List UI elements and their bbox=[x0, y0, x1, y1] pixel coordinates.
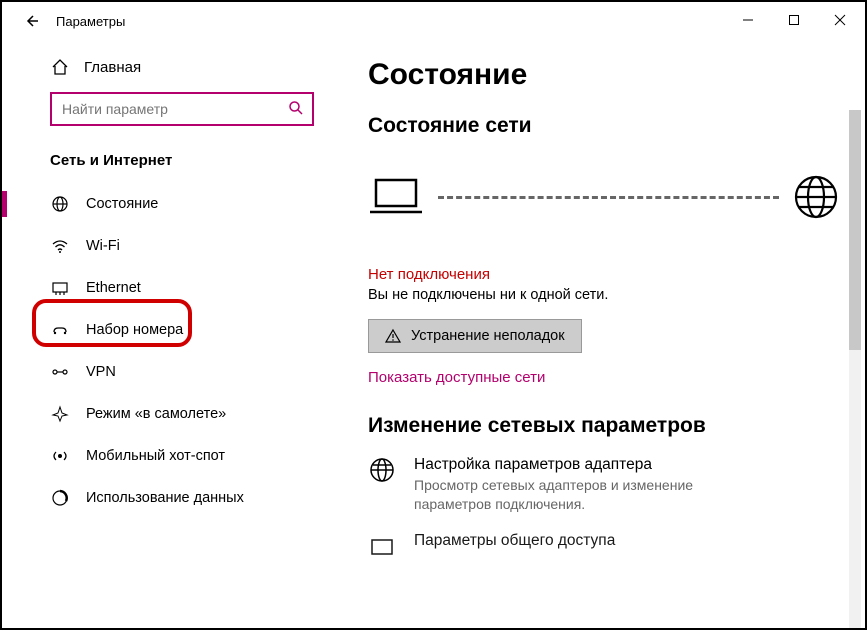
sharing-title: Параметры общего доступа bbox=[414, 532, 615, 550]
close-icon bbox=[834, 14, 846, 26]
show-networks-link[interactable]: Показать доступные сети bbox=[368, 369, 839, 386]
hotspot-icon bbox=[50, 447, 70, 465]
minimize-icon bbox=[742, 14, 754, 26]
sidebar-item-label: VPN bbox=[86, 364, 116, 380]
window-title: Параметры bbox=[56, 14, 125, 29]
adapter-title: Настройка параметров адаптера bbox=[414, 456, 774, 474]
connection-error-title: Нет подключения bbox=[368, 266, 839, 283]
adapter-icon bbox=[368, 456, 396, 484]
connection-line bbox=[438, 196, 779, 199]
minimize-button[interactable] bbox=[725, 4, 771, 36]
dialup-icon bbox=[50, 321, 70, 339]
scrollbar[interactable] bbox=[849, 110, 861, 628]
network-status-heading: Состояние сети bbox=[368, 114, 839, 138]
network-diagram bbox=[368, 162, 839, 232]
sidebar-item-dialup[interactable]: Набор номера bbox=[2, 309, 342, 351]
sidebar-item-wifi[interactable]: Wi-Fi bbox=[2, 225, 342, 267]
content-pane: Состояние Состояние сети Нет подключения… bbox=[342, 40, 865, 628]
warning-icon bbox=[385, 328, 401, 344]
arrow-left-icon bbox=[23, 13, 39, 29]
sidebar-item-label: Ethernet bbox=[86, 280, 141, 296]
sidebar-item-label: Состояние bbox=[86, 196, 158, 212]
maximize-button[interactable] bbox=[771, 4, 817, 36]
close-button[interactable] bbox=[817, 4, 863, 36]
change-settings-heading: Изменение сетевых параметров bbox=[368, 414, 839, 438]
sidebar-item-label: Использование данных bbox=[86, 490, 244, 506]
sidebar-item-vpn[interactable]: VPN bbox=[2, 351, 342, 393]
scrollbar-thumb[interactable] bbox=[849, 110, 861, 350]
home-icon bbox=[50, 58, 70, 76]
data-usage-icon bbox=[50, 489, 70, 507]
ethernet-icon bbox=[50, 279, 70, 297]
sidebar-section-title: Сеть и Интернет bbox=[2, 152, 342, 183]
computer-icon bbox=[368, 176, 424, 218]
sidebar-item-status[interactable]: Состояние bbox=[2, 183, 342, 225]
adapter-settings-item[interactable]: Настройка параметров адаптера Просмотр с… bbox=[368, 456, 839, 514]
back-button[interactable] bbox=[16, 6, 46, 36]
sharing-settings-item[interactable]: Параметры общего доступа bbox=[368, 532, 839, 560]
home-label: Главная bbox=[84, 59, 141, 76]
sidebar-item-ethernet[interactable]: Ethernet bbox=[2, 267, 342, 309]
troubleshoot-label: Устранение неполадок bbox=[411, 328, 565, 344]
sharing-icon bbox=[368, 532, 396, 560]
window-controls bbox=[725, 4, 863, 36]
troubleshoot-button[interactable]: Устранение неполадок bbox=[368, 319, 582, 353]
connection-error-desc: Вы не подключены ни к одной сети. bbox=[368, 287, 839, 303]
vpn-icon bbox=[50, 363, 70, 381]
airplane-icon bbox=[50, 405, 70, 423]
sidebar-item-label: Мобильный хот-спот bbox=[86, 448, 225, 464]
sidebar-item-hotspot[interactable]: Мобильный хот-спот bbox=[2, 435, 342, 477]
sidebar-item-label: Набор номера bbox=[86, 322, 183, 338]
home-nav[interactable]: Главная bbox=[2, 50, 342, 84]
sidebar-item-data-usage[interactable]: Использование данных bbox=[2, 477, 342, 519]
wifi-icon bbox=[50, 237, 70, 255]
search-input[interactable] bbox=[50, 92, 314, 126]
page-title: Состояние bbox=[368, 58, 839, 92]
sidebar-item-airplane[interactable]: Режим «в самолете» bbox=[2, 393, 342, 435]
globe-icon bbox=[50, 195, 70, 213]
adapter-desc: Просмотр сетевых адаптеров и изменение п… bbox=[414, 476, 774, 514]
internet-globe-icon bbox=[793, 174, 839, 220]
search-icon bbox=[288, 100, 304, 116]
sidebar-item-label: Wi-Fi bbox=[86, 238, 120, 254]
sidebar-item-label: Режим «в самолете» bbox=[86, 406, 226, 422]
sidebar: Главная Сеть и Интернет Состояние Wi-Fi bbox=[2, 40, 342, 628]
maximize-icon bbox=[788, 14, 800, 26]
title-bar: Параметры bbox=[2, 2, 865, 40]
